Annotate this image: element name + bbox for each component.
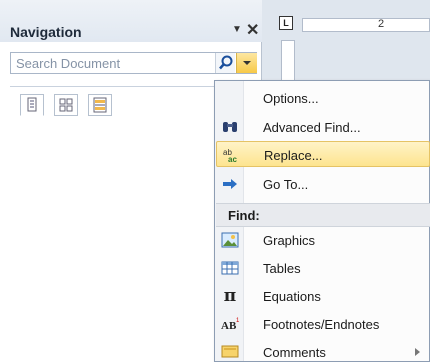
submenu-arrow-icon (415, 348, 420, 356)
menu-item-label: Advanced Find... (263, 120, 361, 135)
ruler-number: 2 (378, 18, 385, 30)
find-section-header: Find: (216, 203, 430, 227)
horizontal-ruler[interactable] (302, 18, 430, 32)
menu-item-replace[interactable]: ab ac Replace... (216, 141, 430, 167)
menu-item-options[interactable]: Options... (216, 85, 430, 111)
menu-item-label: Footnotes/Endnotes (263, 317, 380, 332)
menu-item-label: Equations (263, 289, 321, 304)
menu-item-label: Replace... (264, 148, 323, 163)
menu-item-equations[interactable]: π Equations (216, 283, 430, 309)
nav-header: Navigation ▼ ✕ (0, 0, 262, 42)
pages-icon (59, 98, 73, 112)
comment-icon (221, 344, 239, 360)
menu-item-graphics[interactable]: Graphics (216, 227, 430, 253)
table-icon (221, 260, 239, 276)
tab-results[interactable] (88, 94, 112, 116)
svg-text:1: 1 (236, 318, 240, 324)
search-input[interactable] (11, 53, 215, 73)
nav-close-icon[interactable]: ✕ (246, 20, 259, 40)
replace-icon: ab ac (222, 147, 240, 164)
menu-item-advanced-find[interactable]: Advanced Find... (216, 114, 430, 140)
find-label: Find: (228, 208, 260, 223)
menu-item-footnotes-endnotes[interactable]: AB 1 Footnotes/Endnotes (216, 311, 430, 337)
dropdown-arrow-icon (243, 61, 251, 65)
tab-pages[interactable] (54, 94, 78, 116)
results-icon (93, 97, 107, 113)
search-button[interactable] (215, 53, 235, 73)
menu-item-tables[interactable]: Tables (216, 255, 430, 281)
menu-item-label: Go To... (263, 177, 309, 192)
menu-item-label: Graphics (263, 233, 316, 248)
search-box (10, 52, 257, 74)
picture-icon (221, 232, 239, 248)
search-options-dropdown-button[interactable] (236, 53, 257, 73)
nav-title: Navigation (10, 24, 82, 40)
arrow-right-icon (221, 176, 239, 192)
menu-item-label: Options... (263, 91, 319, 106)
menu-item-label: Tables (263, 261, 301, 276)
search-options-menu: Options... Advanced Find... ab ac Replac… (214, 80, 430, 362)
headings-icon (27, 97, 37, 112)
svg-text:ac: ac (228, 155, 237, 163)
footnote-icon: AB 1 (221, 316, 240, 332)
menu-item-comments[interactable]: Comments (216, 339, 430, 362)
nav-menu-arrow-icon[interactable]: ▼ (232, 24, 242, 35)
binoculars-icon (221, 119, 239, 135)
magnifier-icon (219, 55, 233, 70)
pi-icon: π (223, 286, 237, 306)
menu-item-label: Comments (263, 345, 326, 360)
svg-text:AB: AB (221, 320, 237, 332)
menu-item-go-to[interactable]: Go To... (216, 171, 430, 197)
tab-selector[interactable]: L (279, 16, 293, 30)
tab-headings[interactable] (20, 94, 44, 116)
